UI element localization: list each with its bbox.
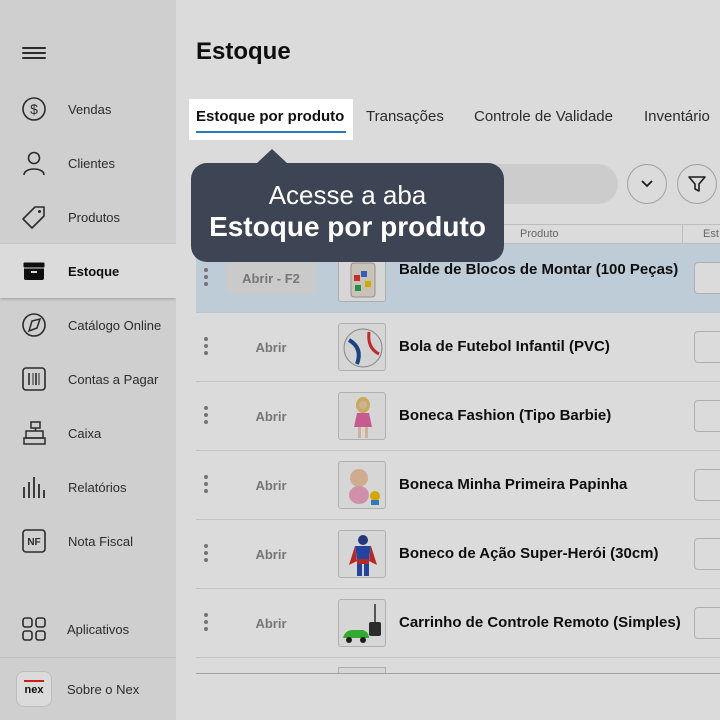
column-header-produto[interactable]: Produto xyxy=(520,228,559,240)
sidebar-item-nota-fiscal[interactable]: NF Nota Fiscal xyxy=(0,514,176,568)
drag-handle-icon[interactable] xyxy=(204,406,208,426)
product-name: Carrinho de Controle Remoto (Simples) xyxy=(399,614,681,631)
product-name: Boneco de Ação Super-Herói (30cm) xyxy=(399,545,659,562)
sidebar-divider xyxy=(0,657,176,658)
drag-handle-icon[interactable] xyxy=(204,337,208,357)
sidebar-item-catalogo-online[interactable]: Catálogo Online xyxy=(0,298,176,352)
sidebar-item-relatorios[interactable]: Relatórios xyxy=(0,460,176,514)
product-thumbnail xyxy=(338,392,386,440)
svg-text:NF: NF xyxy=(27,537,40,548)
product-thumbnail xyxy=(338,323,386,371)
spotlight-highlight[interactable]: Estoque por produto xyxy=(189,99,353,140)
dollar-circle-icon: $ xyxy=(22,97,46,121)
table-row[interactable]: Abrir Bola de Futebol Infantil (PVC) xyxy=(196,313,720,382)
stock-quantity-field[interactable] xyxy=(694,538,720,570)
cash-register-icon xyxy=(23,421,46,445)
sidebar-item-label: Produtos xyxy=(68,209,121,225)
nf-icon: NF xyxy=(22,529,46,553)
bar-chart-icon xyxy=(23,477,45,498)
sidebar-item-label: Contas a Pagar xyxy=(68,371,159,387)
product-thumbnail xyxy=(338,530,386,578)
sidebar-item-contas-a-pagar[interactable]: Contas a Pagar xyxy=(0,352,176,406)
filter-icon xyxy=(688,176,706,192)
table-row[interactable]: Abrir Boneca Fashion (Tipo Barbie) xyxy=(196,382,720,451)
open-button[interactable]: Abrir xyxy=(226,607,316,639)
tooltip-arrow xyxy=(256,149,288,164)
tooltip-line-1: Acesse a aba xyxy=(268,180,427,210)
stock-quantity-field[interactable] xyxy=(694,469,720,501)
svg-text:$: $ xyxy=(30,101,38,117)
table-row[interactable]: Abrir Boneca Minha Primeira Papinha xyxy=(196,451,720,520)
nex-logo: nex xyxy=(16,671,52,707)
page-title: Estoque xyxy=(196,38,291,65)
tab-controle-de-validade[interactable]: Controle de Validade xyxy=(474,108,613,125)
product-name: Boneca Fashion (Tipo Barbie) xyxy=(399,407,612,424)
tutorial-tooltip: Acesse a aba Estoque por produto xyxy=(191,163,504,262)
product-thumbnail xyxy=(338,599,386,647)
open-button[interactable]: Abrir xyxy=(226,469,316,501)
open-button[interactable]: Abrir xyxy=(226,538,316,570)
sidebar-item-caixa[interactable]: Caixa xyxy=(0,406,176,460)
chevron-down-icon xyxy=(641,180,653,188)
apps-grid-icon xyxy=(22,617,46,641)
sidebar-item-label: Relatórios xyxy=(68,479,127,495)
column-divider xyxy=(682,225,683,245)
sidebar-item-label: Nota Fiscal xyxy=(68,533,134,549)
sidebar-item-label: Catálogo Online xyxy=(68,317,162,333)
table-row[interactable]: Abrir Boneco de Ação Super-Herói (30cm) xyxy=(196,520,720,589)
sidebar-item-produtos[interactable]: Produtos xyxy=(0,190,176,244)
sidebar-item-label: Clientes xyxy=(68,155,115,171)
product-thumbnail xyxy=(338,461,386,509)
tooltip-line-2: Estoque por produto xyxy=(209,211,486,242)
sidebar-item-label: Vendas xyxy=(68,101,112,117)
product-name: Balde de Blocos de Montar (100 Peças) xyxy=(399,261,679,278)
drag-handle-icon[interactable] xyxy=(204,544,208,564)
sidebar: $ Vendas Clientes Produtos Estoque Catál… xyxy=(0,0,176,720)
sidebar-item-label: Aplicativos xyxy=(67,621,130,637)
drag-handle-icon[interactable] xyxy=(204,475,208,495)
sidebar-item-label: Estoque xyxy=(68,263,120,279)
open-button[interactable]: Abrir xyxy=(226,400,316,432)
filter-button[interactable] xyxy=(677,164,717,204)
open-button[interactable]: Abrir - F2 xyxy=(226,262,316,294)
user-icon xyxy=(23,151,45,176)
sidebar-item-estoque[interactable]: Estoque xyxy=(0,244,176,298)
stock-quantity-field[interactable] xyxy=(694,331,720,363)
tab-estoque-por-produto-highlighted[interactable]: Estoque por produto xyxy=(196,108,344,125)
expand-button[interactable] xyxy=(627,164,667,204)
drag-handle-icon[interactable] xyxy=(204,268,208,288)
drag-handle-icon[interactable] xyxy=(204,613,208,633)
product-name: Boneca Minha Primeira Papinha xyxy=(399,476,628,493)
table-row[interactable]: Abrir Carrinho de Controle Remoto (Simpl… xyxy=(196,589,720,658)
hamburger-menu-icon[interactable] xyxy=(22,44,46,64)
sidebar-item-label: Sobre o Nex xyxy=(67,681,140,697)
barcode-icon xyxy=(22,367,46,391)
stock-quantity-field[interactable] xyxy=(694,262,720,294)
stock-quantity-field[interactable] xyxy=(694,400,720,432)
active-tab-indicator xyxy=(196,131,346,133)
table-bottom-border xyxy=(196,673,720,674)
sidebar-item-label: Caixa xyxy=(68,425,102,441)
tag-icon xyxy=(22,206,45,229)
sidebar-item-clientes[interactable]: Clientes xyxy=(0,136,176,190)
product-name: Bola de Futebol Infantil (PVC) xyxy=(399,338,610,355)
sidebar-item-vendas[interactable]: $ Vendas xyxy=(0,82,176,136)
column-header-estoque[interactable]: Est xyxy=(703,228,719,240)
box-icon xyxy=(22,261,46,280)
sidebar-item-aplicativos[interactable]: Aplicativos xyxy=(0,602,176,656)
stock-quantity-field[interactable] xyxy=(694,607,720,639)
open-button[interactable]: Abrir xyxy=(226,331,316,363)
catalog-icon xyxy=(22,313,46,337)
tab-inventario[interactable]: Inventário xyxy=(644,108,710,125)
tab-transacoes[interactable]: Transações xyxy=(366,108,444,125)
